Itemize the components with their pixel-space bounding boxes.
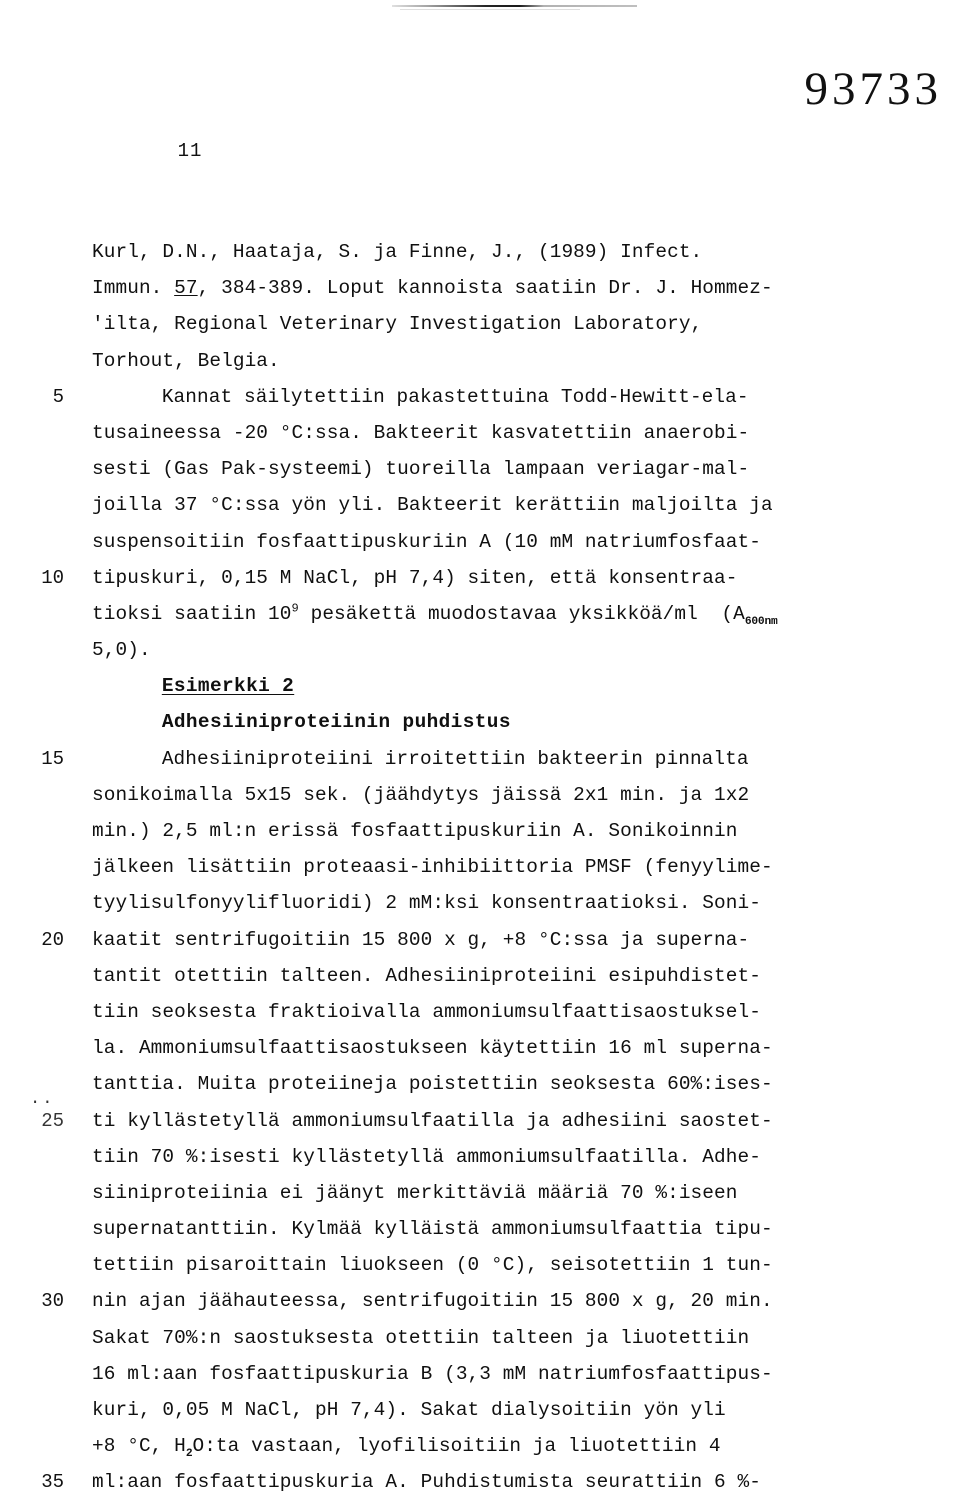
document-body: Kurl, D.N., Haataja, S. ja Finne, J., (1… — [41, 234, 944, 1501]
text-line: +8 °C, H2O:ta vastaan, lyofilisoitiin ja… — [92, 1428, 944, 1464]
text-line: 25 ti kyllästetyllä ammoniumsulfaatilla j… — [41, 1103, 944, 1139]
line-text: Adhesiiniproteiini irroitettiin bakteeri… — [161, 747, 749, 770]
exponent: 9 — [291, 601, 299, 616]
text-line: 5,0). — [92, 632, 944, 668]
text-line: joilla 37 °C:ssa yön yli. Bakteerit kerä… — [92, 487, 944, 523]
text-line: 10 tipuskuri, 0,15 M NaCl, pH 7,4) siten,… — [41, 560, 944, 596]
text-line: tantit otettiin talteen. Adhesiiniprotei… — [92, 958, 944, 994]
text-line: 'ilta, Regional Veterinary Investigation… — [92, 306, 944, 342]
line-text: kuri, 0,05 M NaCl, pH 7,4). Sakat dialys… — [92, 1399, 726, 1421]
line-text: tiin 70 %:isesti kyllästetyllä ammoniums… — [92, 1145, 761, 1168]
line-text: tettiin pisaroittain liuokseen (0 °C), s… — [92, 1254, 773, 1277]
text-line: tyylisulfonyylifluoridi) 2 mM:ksi konsen… — [92, 885, 944, 921]
section-heading: Adhesiiniproteiinin puhdistus — [161, 711, 511, 734]
text-line: 5 Kannat säilytettiin pakastettuina Todd-… — [53, 379, 944, 415]
text-line: Torhout, Belgia. — [92, 343, 944, 379]
line-text-part: tioksi saatiin 10 — [92, 602, 292, 625]
line-number-25: 25 — [41, 1109, 64, 1132]
line-text: 16 ml:aan fosfaattipuskuria B (3,3 mM na… — [92, 1362, 773, 1385]
line-text: 'ilta, Regional Veterinary Investigation… — [92, 313, 703, 336]
line-text: sesti (Gas Pak-systeemi) tuoreilla lampa… — [92, 458, 750, 481]
line-text: tiin seoksesta fraktioivalla ammoniumsul… — [92, 1000, 761, 1023]
line-number-20: 20 — [41, 928, 64, 951]
line-text: 5,0). — [92, 639, 151, 662]
text-line: sonikoimalla 5x15 sek. (jäähdytys jäissä… — [92, 777, 944, 813]
line-text-part: +8 °C, H — [92, 1435, 186, 1458]
line-text: Kurl, D.N., Haataja, S. ja Finne, J., (1… — [92, 241, 703, 263]
line-number-10: 10 — [41, 566, 64, 589]
line-text: tyylisulfonyylifluoridi) 2 mM:ksi konsen… — [92, 892, 761, 915]
text-line: 30 nin ajan jäähauteessa, sentrifugoitiin… — [41, 1283, 944, 1319]
line-text: jälkeen lisättiin proteaasi-inhibiittori… — [92, 856, 773, 879]
line-number-30: 30 — [41, 1290, 64, 1313]
line-number-35: 35 — [41, 1471, 64, 1494]
document-page: 93733 11 .. Kurl, D.N., Haataja, S. ja F… — [0, 0, 960, 1510]
line-text: la. Ammoniumsulfaattisaostukseen käytett… — [92, 1037, 773, 1060]
text-line: 15 Adhesiiniproteiini irroitettiin baktee… — [41, 741, 944, 777]
journal-volume: 57 — [174, 277, 198, 300]
text-line: Sakat 70%:n saostuksesta otettiin taltee… — [92, 1320, 944, 1356]
line-text-part: , 384-389. Loput kannoista saatiin Dr. J… — [197, 277, 773, 300]
line-text-part: Immun. — [92, 277, 175, 300]
line-text: Kannat säilytettiin pakastettuina Todd-H… — [161, 385, 749, 408]
scan-artifact-line — [392, 5, 637, 7]
publication-number-stamp: 93733 — [804, 63, 942, 115]
line-text: suspensoitiin fosfaattipuskuriin A (10 m… — [92, 530, 761, 553]
text-line: suspensoitiin fosfaattipuskuriin A (10 m… — [92, 524, 944, 560]
line-text: sonikoimalla 5x15 sek. (jäähdytys jäissä… — [92, 783, 750, 806]
text-line: tanttia. Muita proteiineja poistettiin s… — [92, 1066, 944, 1102]
example-heading: Esimerkki 2 — [161, 675, 295, 698]
line-text: Torhout, Belgia. — [92, 349, 280, 372]
text-line: 35 ml:aan fosfaattipuskuria A. Puhdistumi… — [41, 1464, 944, 1500]
line-text: tanttia. Muita proteiineja poistettiin s… — [92, 1073, 773, 1096]
line-text: ml:aan fosfaattipuskuria A. Puhdistumist… — [92, 1471, 761, 1494]
line-text: nin ajan jäähauteessa, sentrifugoitiin 1… — [92, 1290, 773, 1313]
text-line: 16 ml:aan fosfaattipuskuria B (3,3 mM na… — [92, 1356, 944, 1392]
text-line: Immun. 57, 384-389. Loput kannoista saat… — [92, 270, 944, 306]
line-text-part: O:ta vastaan, lyofilisoitiin ja liuotett… — [192, 1435, 721, 1458]
scan-artifact-line-secondary — [400, 9, 580, 10]
line-text: Sakat 70%:n saostuksesta otettiin taltee… — [92, 1326, 750, 1349]
text-line: sesti (Gas Pak-systeemi) tuoreilla lampa… — [92, 451, 944, 487]
line-number-5: 5 — [52, 385, 64, 408]
line-text: tantit otettiin talteen. Adhesiiniprotei… — [92, 964, 761, 987]
line-text: siiniproteiinia ei jäänyt merkittäviä mä… — [92, 1181, 738, 1204]
text-line: tettiin pisaroittain liuokseen (0 °C), s… — [92, 1247, 944, 1283]
page-number: 11 — [177, 140, 203, 162]
text-line: tioksi saatiin 109 pesäkettä muodostavaa… — [92, 596, 944, 632]
line-text: tusaineessa -20 °C:ssa. Bakteerit kasvat… — [92, 421, 750, 444]
text-line: la. Ammoniumsulfaattisaostukseen käytett… — [92, 1030, 944, 1066]
text-line: supernatanttiin. Kylmää kylläistä ammoni… — [92, 1211, 944, 1247]
heading-line: Esimerkki 2 — [92, 668, 944, 704]
line-text: supernatanttiin. Kylmää kylläistä ammoni… — [92, 1218, 773, 1241]
text-line: tusaineessa -20 °C:ssa. Bakteerit kasvat… — [92, 415, 944, 451]
text-line: tiin 70 %:isesti kyllästetyllä ammoniums… — [92, 1139, 944, 1175]
text-line: kuri, 0,05 M NaCl, pH 7,4). Sakat dialys… — [92, 1392, 944, 1428]
line-text: kaatit sentrifugoitiin 15 800 x g, +8 °C… — [92, 928, 750, 951]
text-line: tiin seoksesta fraktioivalla ammoniumsul… — [92, 994, 944, 1030]
text-line: 20 kaatit sentrifugoitiin 15 800 x g, +8 … — [41, 922, 944, 958]
line-text-part: pesäkettä muodostavaa yksikköä/ml (A — [298, 602, 745, 625]
line-text: ti kyllästetyllä ammoniumsulfaatilla ja … — [92, 1109, 773, 1132]
line-text: joilla 37 °C:ssa yön yli. Bakteerit kerä… — [92, 494, 773, 517]
line-text: min.) 2,5 ml:n erissä fosfaattipuskuriin… — [92, 820, 738, 842]
text-line: Kurl, D.N., Haataja, S. ja Finne, J., (1… — [92, 234, 944, 270]
text-line: siiniproteiinia ei jäänyt merkittäviä mä… — [92, 1175, 944, 1211]
line-number-15: 15 — [41, 747, 64, 770]
text-line: min.) 2,5 ml:n erissä fosfaattipuskuriin… — [92, 813, 944, 849]
absorbance-subscript: 600nm — [744, 615, 778, 628]
heading-line: Adhesiiniproteiinin puhdistus — [92, 704, 944, 740]
text-line: jälkeen lisättiin proteaasi-inhibiittori… — [92, 849, 944, 885]
line-text: tipuskuri, 0,15 M NaCl, pH 7,4) siten, e… — [92, 566, 738, 589]
